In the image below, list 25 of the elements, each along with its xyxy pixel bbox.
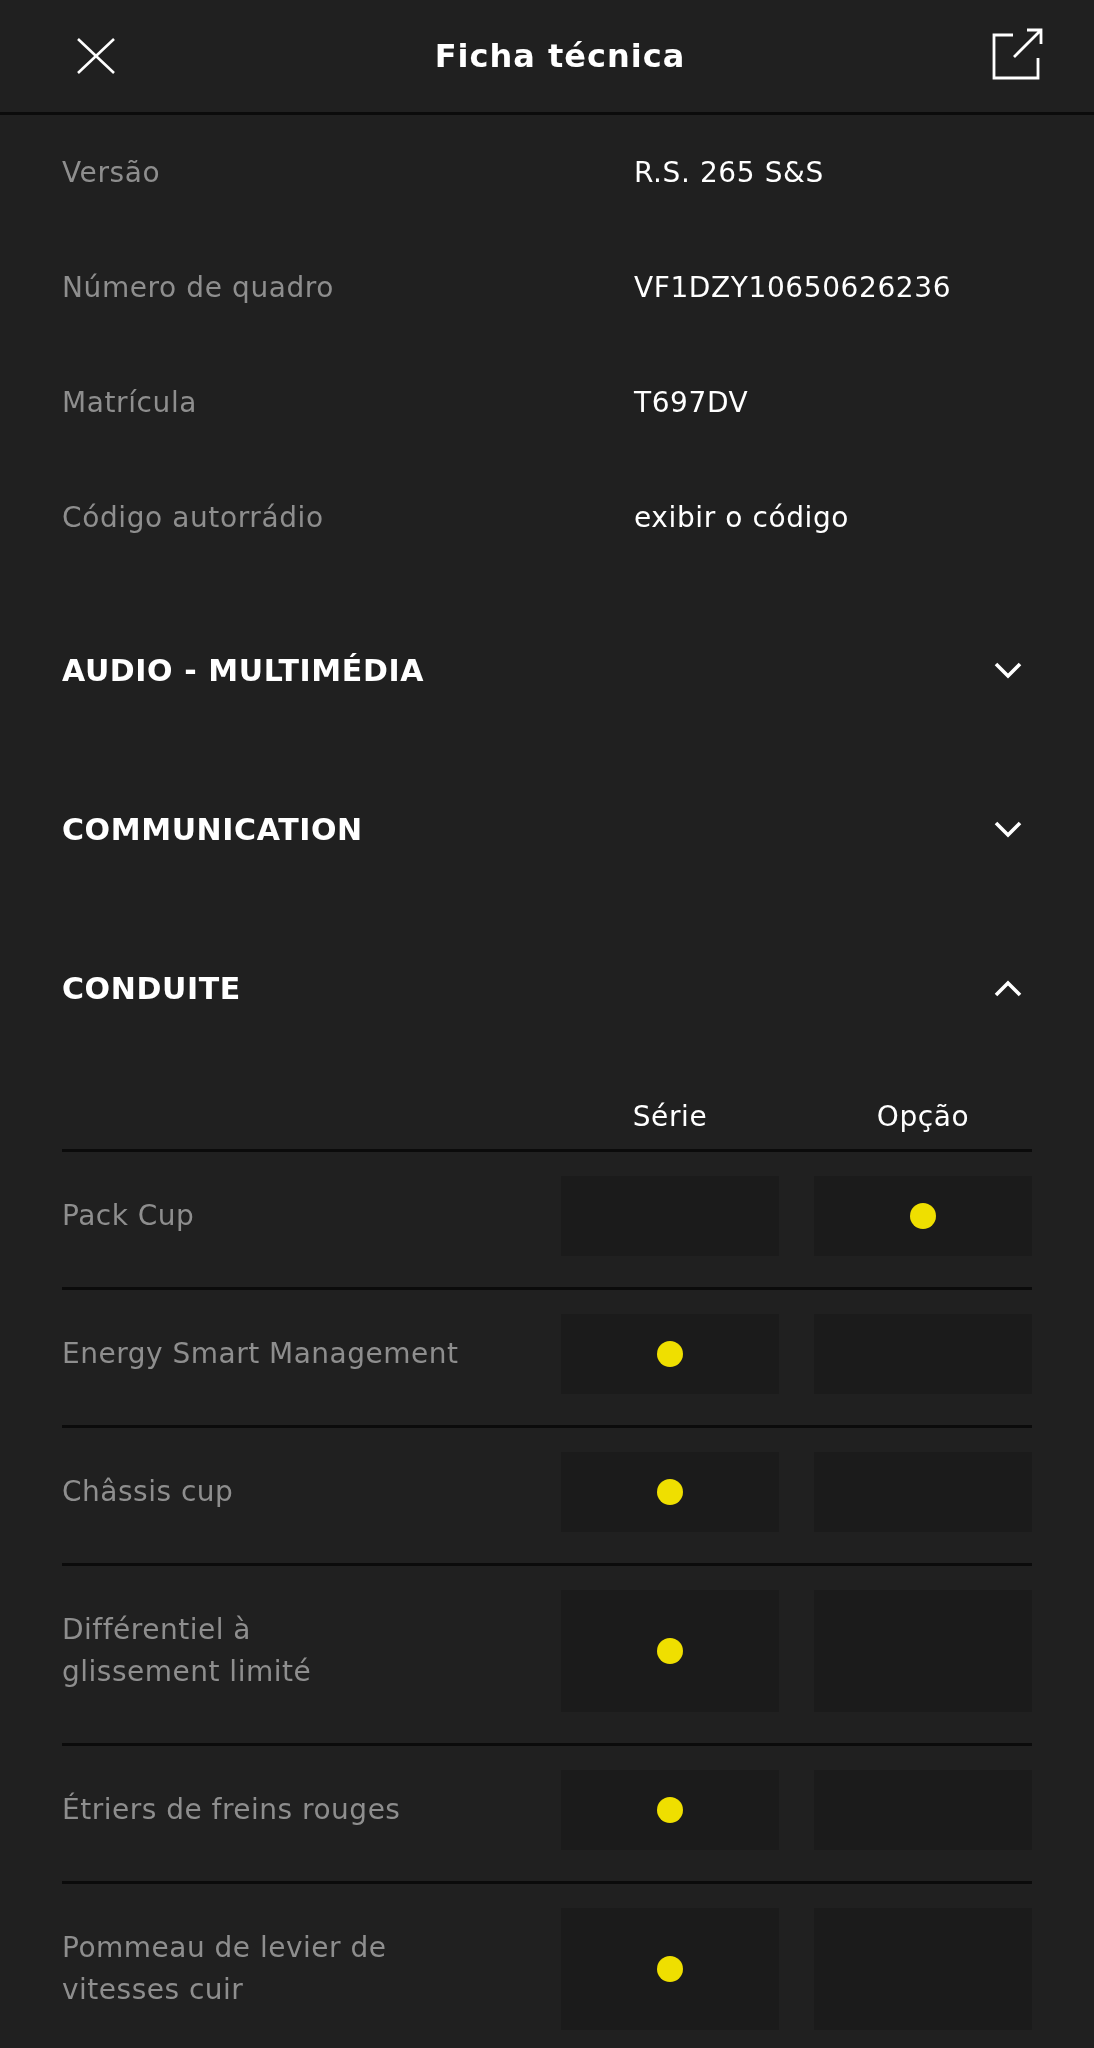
chevron-up-icon[interactable] [994,980,1022,997]
page-title: Ficha técnica [434,37,686,75]
spec-label: Matrícula [62,386,198,419]
feature-label: Pack Cup [62,1198,195,1234]
chevron-down-icon[interactable] [994,821,1022,838]
section-title: COMMUNICATION [62,812,363,847]
spec-label: Número de quadro [62,271,335,304]
feature-label: Châssis cup [62,1474,234,1510]
column-header: Série [632,1099,708,1135]
spec-label: Versão [62,156,161,189]
column-header: Opção [876,1099,970,1135]
spec-value: exibir o código [634,501,850,534]
feature-label: Pommeau de levier de vitesses cuir [62,1930,387,2008]
section-title: AUDIO - MULTIMÉDIA [62,653,424,688]
chevron-down-icon[interactable] [994,662,1022,679]
feature-label: Différentiel à glissement limité [62,1612,312,1690]
feature-label: Étriers de freins rouges [62,1791,401,1828]
spec-value: VF1DZY10650626236 [634,271,952,304]
spec-value: R.S. 265 S&S [634,156,824,189]
spec-label: Código autorrádio [62,501,324,534]
feature-label: Energy Smart Management [62,1336,459,1372]
share-icon[interactable] [992,26,1044,80]
section-title: CONDUITE [62,971,241,1006]
spec-value: T697DV [634,386,749,419]
close-icon[interactable] [76,38,116,74]
